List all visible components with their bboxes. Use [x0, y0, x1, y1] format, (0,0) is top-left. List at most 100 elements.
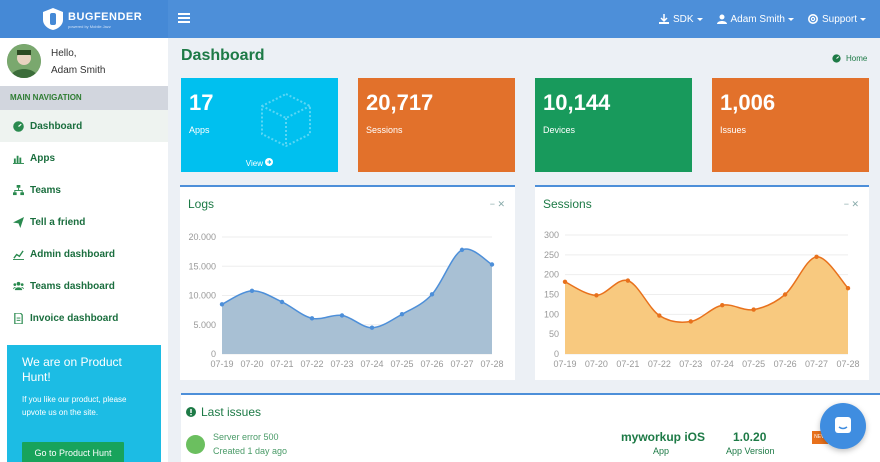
x-tick-label: 07-20	[240, 359, 263, 369]
breadcrumb-home: Home	[846, 54, 868, 63]
y-tick-label: 0	[554, 349, 559, 359]
file-icon	[14, 312, 23, 324]
data-point[interactable]	[751, 307, 756, 312]
data-point[interactable]	[688, 319, 693, 324]
sidebar-item-teams[interactable]: Teams	[0, 174, 168, 206]
avatar	[7, 44, 41, 78]
sidebar-item-invoice-dashboard[interactable]: Invoice dashboard	[0, 302, 168, 334]
issue-version-label: App Version	[726, 446, 775, 456]
issue-name[interactable]: Server error 500	[213, 432, 279, 442]
x-tick-label: 07-26	[420, 359, 443, 369]
stat-label: Apps	[189, 125, 210, 135]
chat-launcher-button[interactable]	[820, 403, 866, 449]
user-panel: Hello, Adam Smith	[0, 38, 168, 86]
support-label: Support	[821, 13, 857, 25]
product-hunt-promo: We are on Product Hunt! If you like our …	[7, 345, 161, 462]
sidebar: Hello, Adam Smith MAIN NAVIGATION Dashbo…	[0, 38, 168, 462]
issue-status-icon	[186, 435, 205, 454]
last-issues-box: Last issues Server error 500 Created 1 d…	[181, 393, 880, 462]
y-tick-label: 15.000	[188, 261, 216, 271]
menu-toggle-icon[interactable]	[178, 11, 190, 25]
sidebar-item-admin-dashboard[interactable]: Admin dashboard	[0, 238, 168, 270]
stat-issues[interactable]: 1,006 Issues	[712, 78, 869, 172]
stat-devices[interactable]: 10,144 Devices	[535, 78, 692, 172]
x-tick-label: 07-28	[480, 359, 503, 369]
data-point[interactable]	[369, 325, 375, 330]
sessions-title: Sessions	[543, 197, 592, 211]
stat-label: Issues	[720, 125, 747, 135]
stat-value: 17	[189, 90, 214, 115]
data-point[interactable]	[594, 293, 599, 298]
logo[interactable]: BUGFENDER powered by Mobile Jazz	[0, 0, 168, 38]
x-tick-label: 07-23	[330, 359, 353, 369]
x-tick-label: 07-25	[742, 359, 765, 369]
stat-apps[interactable]: 17 Apps View	[181, 78, 338, 172]
sidebar-item-tell-a-friend[interactable]: Tell a friend	[0, 206, 168, 238]
data-point[interactable]	[249, 288, 255, 294]
sidebar-item-dashboard[interactable]: Dashboard	[0, 110, 168, 142]
y-tick-label: 20.000	[188, 232, 216, 242]
top-header: BUGFENDER powered by Mobile Jazz SDK Ada…	[0, 0, 880, 38]
user-label: Adam Smith	[730, 13, 785, 25]
x-tick-label: 07-27	[450, 359, 473, 369]
sidebar-item-label: Apps	[30, 152, 55, 164]
dashboard-icon	[13, 120, 24, 132]
sidebar-item-label: Tell a friend	[30, 216, 86, 228]
user-dropdown[interactable]: Adam Smith	[716, 13, 794, 25]
data-point[interactable]	[459, 247, 465, 253]
data-point[interactable]	[845, 285, 851, 291]
product-hunt-button[interactable]: Go to Product Hunt	[22, 442, 124, 462]
nav-header: MAIN NAVIGATION	[0, 86, 168, 110]
box-tools[interactable]: − ✕	[490, 199, 505, 210]
box-tools[interactable]: − ✕	[844, 199, 859, 210]
data-point[interactable]	[782, 292, 788, 297]
stat-value: 1,006	[720, 90, 776, 115]
y-tick-label: 10.000	[188, 291, 216, 301]
x-tick-label: 07-27	[805, 359, 828, 369]
breadcrumb[interactable]: Home	[832, 54, 867, 63]
sidebar-item-label: Admin dashboard	[30, 248, 116, 260]
user-icon	[716, 14, 727, 24]
series-area	[222, 248, 492, 354]
last-issues-title: Last issues	[186, 405, 261, 419]
sidebar-item-label: Teams dashboard	[30, 280, 115, 292]
data-point[interactable]	[562, 279, 568, 285]
data-point[interactable]	[339, 313, 345, 318]
logs-chart: 20.000 15.000 10.000 5.000 007-19 07-20 07-21 0…	[188, 232, 503, 369]
cube-icon	[261, 92, 311, 148]
x-tick-label: 07-19	[553, 359, 576, 369]
support-dropdown[interactable]: Support	[807, 13, 866, 25]
x-tick-label: 07-23	[679, 359, 702, 369]
data-point[interactable]	[489, 262, 495, 267]
issue-version: 1.0.20	[733, 430, 767, 444]
series-area	[565, 256, 848, 354]
stat-sessions[interactable]: 20,717 Sessions	[358, 78, 515, 172]
data-point[interactable]	[309, 316, 315, 321]
data-point[interactable]	[279, 299, 285, 305]
promo-text: If you like our product, please upvote u…	[22, 395, 127, 417]
stat-label: Sessions	[366, 125, 403, 135]
issue-app-label: App	[653, 446, 670, 456]
data-point[interactable]	[720, 303, 725, 308]
data-point[interactable]	[657, 313, 662, 318]
view-apps-link[interactable]: View	[181, 158, 338, 168]
line-chart-icon	[13, 249, 24, 260]
data-point[interactable]	[814, 254, 819, 260]
data-point[interactable]	[429, 292, 435, 297]
data-point[interactable]	[399, 312, 405, 317]
y-tick-label: 0	[211, 349, 216, 359]
view-link-label: View	[245, 159, 263, 168]
x-tick-label: 07-22	[648, 359, 671, 369]
arrow-circle-right-icon	[265, 158, 274, 166]
data-point[interactable]	[625, 278, 631, 283]
sidebar-item-teams-dashboard[interactable]: Teams dashboard	[0, 270, 168, 302]
sidebar-item-apps[interactable]: Apps	[0, 142, 168, 174]
promo-title: We are on Product Hunt!	[22, 355, 122, 384]
sdk-dropdown[interactable]: SDK	[658, 14, 703, 25]
sidebar-menu: Dashboard Apps Teams Tell a friend Admin…	[0, 110, 168, 334]
x-tick-label: 07-19	[210, 359, 233, 369]
x-tick-label: 07-26	[774, 359, 797, 369]
sidebar-item-label: Invoice dashboard	[30, 312, 119, 324]
users-icon	[13, 281, 24, 290]
data-point[interactable]	[219, 302, 225, 307]
